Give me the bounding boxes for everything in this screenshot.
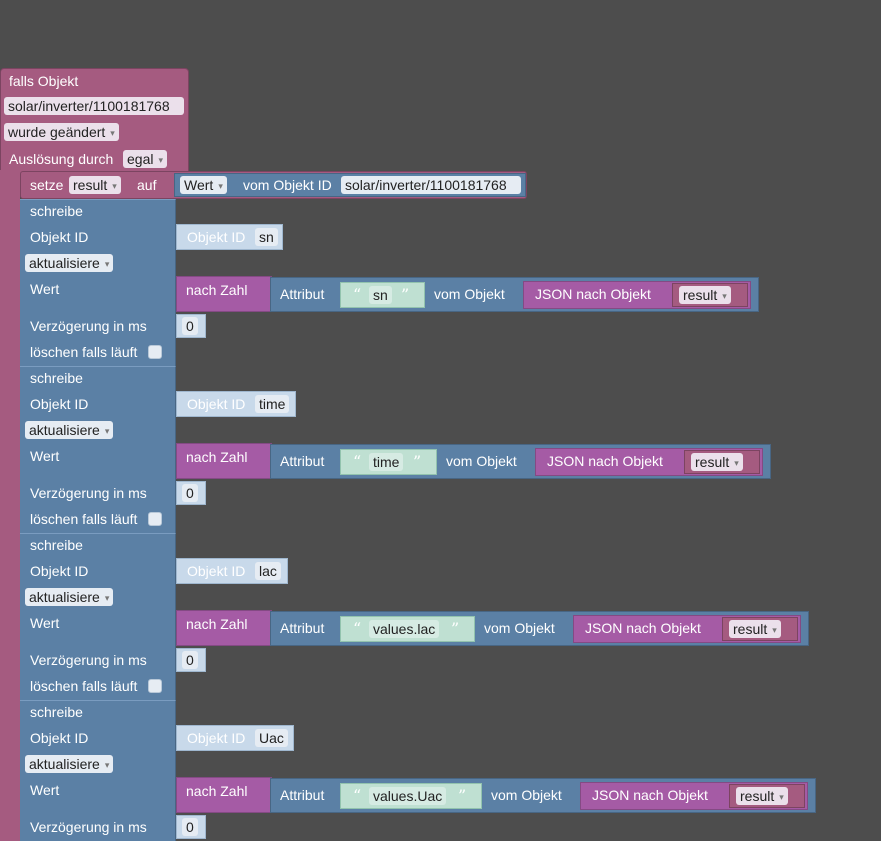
delay-field[interactable]: 0 xyxy=(182,484,198,502)
object-id-label: Objekt ID xyxy=(30,563,89,579)
delay-field[interactable]: 0 xyxy=(182,317,198,335)
value-label: Wert xyxy=(30,281,60,297)
close-quote-icon: ” xyxy=(413,452,422,471)
object-id-block[interactable]: Objekt ID sn xyxy=(176,224,283,250)
clear-running-checkbox[interactable] xyxy=(148,345,162,359)
value-type-dropdown[interactable]: Wert xyxy=(180,176,227,194)
object-id-field[interactable]: Uac xyxy=(255,729,288,747)
value-label: Wert xyxy=(30,448,60,464)
close-quote-icon: ” xyxy=(401,285,410,304)
to-number-label: nach Zahl xyxy=(186,449,248,465)
clear-running-checkbox[interactable] xyxy=(148,512,162,526)
delay-label: Verzögerung in ms xyxy=(30,485,147,501)
close-quote-icon: ” xyxy=(451,619,460,638)
trigger-title: falls Objekt xyxy=(9,73,79,89)
to-number-label: nach Zahl xyxy=(186,282,248,298)
open-quote-icon: “ xyxy=(353,285,362,304)
clear-running-label: löschen falls läuft xyxy=(30,678,138,694)
attribute-label: Attribut xyxy=(280,787,325,803)
trigger-source-label: Auslösung durch xyxy=(9,151,114,167)
object-id-block[interactable]: Objekt ID Uac xyxy=(176,725,294,751)
attribute-label: Attribut xyxy=(280,453,325,469)
trigger-block-body xyxy=(0,170,20,841)
close-quote-icon: ” xyxy=(458,786,467,805)
from-object-label: vom Objekt xyxy=(484,620,555,636)
text-block[interactable]: “ time ” xyxy=(340,449,437,475)
open-quote-icon: “ xyxy=(353,619,362,638)
object-id-field[interactable]: lac xyxy=(255,562,281,580)
update-mode-dropdown[interactable]: aktualisiere xyxy=(25,755,114,773)
json-to-object-label: JSON nach Objekt xyxy=(547,453,663,469)
from-object-label: vom Objekt xyxy=(434,286,505,302)
json-to-object-label: JSON nach Objekt xyxy=(592,787,708,803)
variable-dropdown[interactable]: result xyxy=(679,286,731,304)
object-id-field[interactable]: time xyxy=(255,395,290,413)
write-label: schreibe xyxy=(30,537,83,553)
set-variable-label: setze xyxy=(30,177,64,193)
clear-running-checkbox[interactable] xyxy=(148,679,162,693)
value-label: Wert xyxy=(30,615,60,631)
object-id-label: Objekt ID xyxy=(30,229,89,245)
text-block[interactable]: “ values.lac ” xyxy=(340,616,475,642)
text-block[interactable]: “ values.Uac ” xyxy=(340,783,482,809)
to-number-label: nach Zahl xyxy=(186,783,248,799)
delay-field[interactable]: 0 xyxy=(182,818,198,836)
attribute-text-field[interactable]: time xyxy=(369,453,404,471)
trigger-condition-dropdown[interactable]: wurde geändert xyxy=(4,123,119,141)
attribute-text-field[interactable]: values.lac xyxy=(369,620,440,638)
delay-label: Verzögerung in ms xyxy=(30,819,147,835)
json-to-object-label: JSON nach Objekt xyxy=(535,286,651,302)
write-label: schreibe xyxy=(30,203,83,219)
update-mode-dropdown[interactable]: aktualisiere xyxy=(25,588,114,606)
trigger-object-id-field[interactable]: solar/inverter/1100181768 xyxy=(4,97,184,115)
value-label: Wert xyxy=(30,782,60,798)
object-id-label: Objekt ID xyxy=(30,730,89,746)
write-label: schreibe xyxy=(30,704,83,720)
source-object-id-field[interactable]: solar/inverter/1100181768 xyxy=(341,176,521,194)
variable-dropdown[interactable]: result xyxy=(736,787,788,805)
write-label: schreibe xyxy=(30,370,83,386)
delay-field[interactable]: 0 xyxy=(182,651,198,669)
set-variable-dropdown[interactable]: result xyxy=(69,176,121,194)
from-object-label: vom Objekt ID xyxy=(243,177,332,193)
attribute-text-field[interactable]: values.Uac xyxy=(369,787,447,805)
attribute-label: Attribut xyxy=(280,620,325,636)
delay-number-block[interactable]: 0 xyxy=(176,314,206,338)
to-number-label: nach Zahl xyxy=(186,616,248,632)
object-id-block[interactable]: Objekt ID time xyxy=(176,391,296,417)
open-quote-icon: “ xyxy=(353,786,362,805)
clear-running-label: löschen falls läuft xyxy=(30,344,138,360)
trigger-source-dropdown[interactable]: egal xyxy=(123,150,167,168)
attribute-text-field[interactable]: sn xyxy=(369,286,392,304)
delay-number-block[interactable]: 0 xyxy=(176,648,206,672)
attribute-label: Attribut xyxy=(280,286,325,302)
delay-label: Verzögerung in ms xyxy=(30,652,147,668)
set-auf-label: auf xyxy=(137,177,157,193)
open-quote-icon: “ xyxy=(353,452,362,471)
update-mode-dropdown[interactable]: aktualisiere xyxy=(25,421,114,439)
json-to-object-label: JSON nach Objekt xyxy=(585,620,701,636)
update-mode-dropdown[interactable]: aktualisiere xyxy=(25,254,114,272)
object-id-label: Objekt ID xyxy=(30,396,89,412)
delay-number-block[interactable]: 0 xyxy=(176,481,206,505)
clear-running-label: löschen falls läuft xyxy=(30,511,138,527)
delay-number-block[interactable]: 0 xyxy=(176,815,206,839)
variable-dropdown[interactable]: result xyxy=(729,620,781,638)
from-object-label: vom Objekt xyxy=(446,453,517,469)
object-id-field[interactable]: sn xyxy=(255,228,278,246)
object-id-block[interactable]: Objekt ID lac xyxy=(176,558,288,584)
from-object-label: vom Objekt xyxy=(491,787,562,803)
variable-dropdown[interactable]: result xyxy=(691,453,743,471)
delay-label: Verzögerung in ms xyxy=(30,318,147,334)
text-block[interactable]: “ sn ” xyxy=(340,282,425,308)
